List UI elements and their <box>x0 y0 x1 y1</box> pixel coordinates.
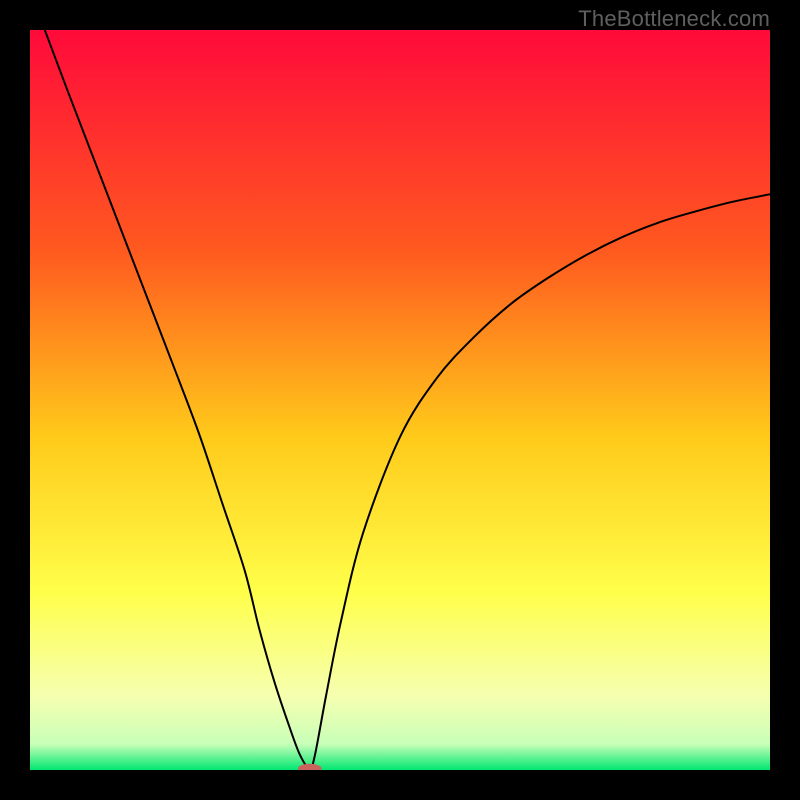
chart-frame <box>30 30 770 770</box>
watermark-text: TheBottleneck.com <box>578 6 770 32</box>
chart-background <box>30 30 770 770</box>
bottleneck-chart <box>30 30 770 770</box>
